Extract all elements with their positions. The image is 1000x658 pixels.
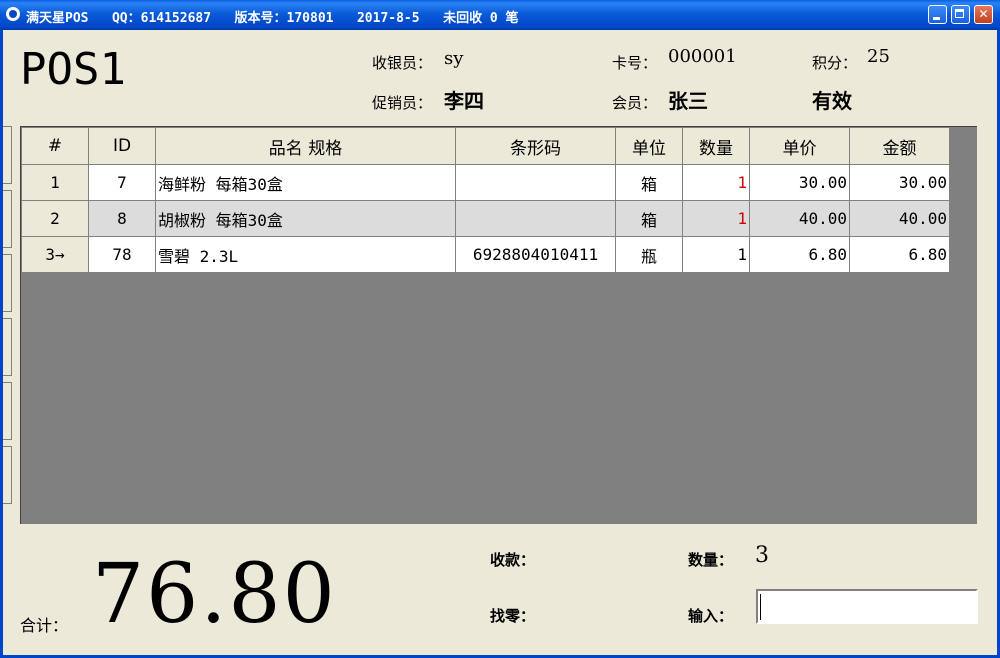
received-label: 收款： [490,551,536,569]
cell-barcode[interactable]: 6928804010411 [455,236,616,273]
cell-unit[interactable]: 箱 [615,200,683,237]
side-tab-3[interactable] [3,254,12,312]
cell-barcode[interactable] [455,164,616,201]
cell-name[interactable]: 海鲜粉 每箱30盒 [155,164,456,201]
promoter-value: 李四 [444,89,484,113]
column-header-no[interactable]: # [21,127,89,165]
quantity-value: 3 [755,543,769,568]
cell-amount[interactable]: 6.80 [849,236,950,273]
window-title: 满天星POS QQ：614152687 版本号：170801 2017-8-5 … [26,11,519,26]
order-table[interactable]: # ID 品名 规格 条形码 单位 数量 单价 金额 1 7 海鲜粉 每箱30盒… [21,127,950,273]
cell-id[interactable]: 8 [88,200,156,237]
side-tab-6[interactable] [3,446,12,504]
column-header-price[interactable]: 单价 [749,127,850,165]
cell-price[interactable]: 40.00 [749,200,850,237]
cashier-value: sy [444,48,464,69]
card-label: 卡号： [612,54,658,72]
column-header-qty[interactable]: 数量 [682,127,750,165]
cell-qty[interactable]: 1 [682,200,750,237]
cell-unit[interactable]: 瓶 [615,236,683,273]
quantity-label: 数量： [688,551,734,569]
minimize-icon [933,17,940,20]
cell-amount[interactable]: 30.00 [849,164,950,201]
column-header-name[interactable]: 品名 规格 [155,127,456,165]
cell-price[interactable]: 6.80 [749,236,850,273]
total-label: 合计： [20,616,69,635]
row-number[interactable]: 2 [21,200,89,237]
table-header-row: # ID 品名 规格 条形码 单位 数量 单价 金额 [21,127,950,165]
cell-price[interactable]: 30.00 [749,164,850,201]
pos-terminal-name: POS1 [20,44,126,95]
total-amount: 76.80 [92,547,337,642]
table-row[interactable]: 2 8 胡椒粉 每箱30盒 箱 1 40.00 40.00 [21,200,950,237]
side-tab-4[interactable] [3,318,12,376]
text-caret [760,594,761,620]
cell-qty[interactable]: 1 [682,164,750,201]
cashier-label: 收银员： [372,54,433,72]
maximize-button[interactable] [951,5,970,24]
minimize-button[interactable] [928,5,947,24]
scan-input-field[interactable] [756,589,978,624]
points-label: 积分： [812,54,858,72]
side-tab-5[interactable] [3,382,12,440]
promoter-label: 促销员： [372,94,433,112]
cell-id[interactable]: 7 [88,164,156,201]
column-header-amount[interactable]: 金额 [849,127,950,165]
column-header-unit[interactable]: 单位 [615,127,683,165]
close-button[interactable]: ✕ [974,5,993,24]
member-value: 张三 [668,89,708,113]
cell-unit[interactable]: 箱 [615,164,683,201]
input-label: 输入： [688,607,734,625]
title-bar[interactable]: 满天星POS QQ：614152687 版本号：170801 2017-8-5 … [0,0,1000,30]
row-number-current[interactable]: 3→ [21,236,89,273]
cell-amount[interactable]: 40.00 [849,200,950,237]
order-grid[interactable]: # ID 品名 规格 条形码 单位 数量 单价 金额 1 7 海鲜粉 每箱30盒… [20,126,977,524]
app-icon[interactable] [6,7,20,21]
close-icon: ✕ [978,7,989,21]
cell-id[interactable]: 78 [88,236,156,273]
card-value: 000001 [668,46,737,67]
cell-barcode[interactable] [455,200,616,237]
column-header-id[interactable]: ID [88,127,156,165]
table-row[interactable]: 1 7 海鲜粉 每箱30盒 箱 1 30.00 30.00 [21,164,950,201]
cell-qty[interactable]: 1 [682,236,750,273]
row-number[interactable]: 1 [21,164,89,201]
column-header-barcode[interactable]: 条形码 [455,127,616,165]
member-status: 有效 [812,89,852,113]
points-value: 25 [867,46,890,67]
side-tab-1[interactable] [3,126,12,184]
member-label: 会员： [612,94,658,112]
side-tab-2[interactable] [3,190,12,248]
table-row[interactable]: 3→ 78 雪碧 2.3L 6928804010411 瓶 1 6.80 6.8… [21,236,950,273]
cell-name[interactable]: 雪碧 2.3L [155,236,456,273]
cell-name[interactable]: 胡椒粉 每箱30盒 [155,200,456,237]
maximize-icon [955,9,964,18]
change-label: 找零： [490,607,536,625]
